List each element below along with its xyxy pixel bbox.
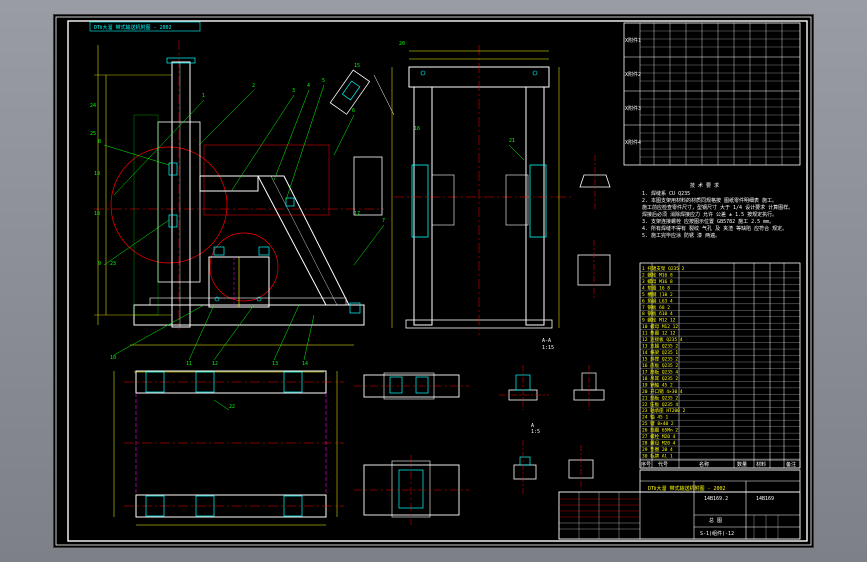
svg-text:2. 本图支架用材料的材质同规格按 图纸零件明细表 施工。: 2. 本图支架用材料的材质同规格按 图纸零件明细表 施工。 bbox=[642, 197, 777, 204]
bom-row: 27 螺栓 M20 4 bbox=[642, 433, 676, 440]
side-table bbox=[623, 22, 801, 166]
bom-row: 29 垫圈 20 4 bbox=[642, 446, 673, 453]
leader-number: 16 bbox=[414, 126, 420, 132]
svg-text:焊接后必须 消除焊接应力 允许 公差 ± 1.5 按规定执行: 焊接后必须 消除焊接应力 允许 公差 ± 1.5 按规定执行。 bbox=[642, 211, 777, 218]
side-table-label-2: X附件2 bbox=[625, 71, 641, 78]
leader-number: 24 bbox=[90, 103, 96, 109]
svg-text:备注: 备注 bbox=[786, 461, 796, 468]
leader-number: 7 bbox=[382, 218, 385, 224]
bom-row: 22 压板 Q235 4 bbox=[642, 401, 678, 408]
leader-labels: 1234567891011 12 13 14151617181920212223242… bbox=[90, 41, 515, 410]
bom-row: 7 钢板 δ8 2 bbox=[642, 304, 670, 311]
side-table-label-1: X附件1 bbox=[625, 37, 641, 44]
bom-row: 30 标牌 Al 1 bbox=[642, 453, 673, 460]
bom-row: 13 支腿 Q235 2 bbox=[642, 343, 678, 350]
leader-number: 20 bbox=[399, 41, 405, 47]
bom-row: 1 托辊支架 Q235 2 bbox=[642, 265, 685, 272]
bom-row: 21 挡板 Q235 2 bbox=[642, 394, 678, 401]
leader-number: 13 bbox=[272, 361, 278, 367]
section-a-scale: 1:5 bbox=[531, 429, 540, 435]
bom-row: 24 轴 45 1 bbox=[642, 414, 668, 421]
bom-row: 14 横梁 Q235 1 bbox=[642, 349, 678, 356]
bom-row: 15 斜撑 Q235 2 bbox=[642, 356, 678, 363]
svg-text:序号: 序号 bbox=[641, 461, 651, 468]
title-block-code-right: 14B169 bbox=[756, 496, 774, 502]
leader-number: 5 bbox=[322, 78, 325, 84]
leader-number: 11 bbox=[186, 361, 192, 367]
title-block-code-left: 14B169.2 bbox=[704, 496, 728, 502]
bom-row: 17 筋板 Q235 4 bbox=[642, 368, 678, 375]
svg-text:材料: 材料 bbox=[756, 461, 766, 468]
leader-number: 12 bbox=[212, 361, 218, 367]
tech-notes: 1. 焊缝系 CU Q235 2. 本图支架用材料的材质同规格按 图纸零件明细表… bbox=[642, 190, 793, 239]
bom-row: 19 销轴 45 2 bbox=[642, 381, 673, 388]
leader-number: 4 bbox=[307, 83, 310, 89]
bom-row: 6 角钢 L63 4 bbox=[642, 297, 673, 304]
svg-text:名称: 名称 bbox=[699, 461, 709, 468]
cad-viewport[interactable]: DTⅡ大溜 带式输送机附图 - 2002 A-A 1:15 A 1:5 X附件1… bbox=[0, 0, 867, 562]
bom-row: 12 连接板 Q235 4 bbox=[642, 336, 683, 343]
top-view bbox=[113, 370, 344, 526]
section-a-view bbox=[354, 372, 469, 525]
bom-row: 2 螺栓 M16 8 bbox=[642, 271, 673, 278]
leader-number: 3 bbox=[292, 88, 295, 94]
front-view bbox=[94, 40, 395, 361]
bom-row: 8 钢板 δ10 4 bbox=[642, 310, 673, 317]
leader-number: 9 bbox=[98, 261, 101, 267]
top-title: DTⅡ大溜 带式输送机附图 - 2002 bbox=[94, 24, 172, 31]
leader-number: 19 bbox=[94, 171, 100, 177]
outer-frame bbox=[55, 16, 812, 546]
leader-number: 6 bbox=[352, 108, 355, 114]
bom-row: 28 螺母 M20 4 bbox=[642, 440, 676, 447]
bom-row: 26 挡圈 65Mn 2 bbox=[642, 427, 678, 434]
svg-text:3. 支架连接螺栓 应按图示位置 GB5782 施工 2.5: 3. 支架连接螺栓 应按图示位置 GB5782 施工 2.5 mm。 bbox=[642, 218, 774, 225]
title-block bbox=[558, 469, 801, 540]
svg-text:代号: 代号 bbox=[658, 461, 668, 468]
svg-text:5. 施工完毕应涂 防锈 漆 两遍。: 5. 施工完毕应涂 防锈 漆 两遍。 bbox=[642, 232, 720, 239]
title-block-drawing-no: S-1(组件)-12 bbox=[700, 530, 734, 537]
side-view-scale: 1:15 bbox=[542, 345, 554, 351]
title-block-label: 总 图 bbox=[709, 517, 722, 524]
leader-number: 2 bbox=[252, 83, 255, 89]
bom-rows: 1 托辊支架 Q235 22 螺栓 M16 83 螺母 M16 84 垫圈 16… bbox=[640, 265, 800, 460]
side-view bbox=[391, 45, 574, 335]
svg-text:1. 焊缝系 CU Q235: 1. 焊缝系 CU Q235 bbox=[642, 190, 690, 197]
leader-number: 10 bbox=[110, 355, 116, 361]
title-block-name: DTⅡ大溜 带式输送机附图 - 2002 bbox=[648, 485, 726, 492]
detail-views bbox=[499, 155, 611, 495]
leader-number: 8 bbox=[98, 139, 101, 145]
leader-number: 21 bbox=[509, 138, 515, 144]
side-table-label-4: X附件4 bbox=[625, 139, 641, 146]
cad-drawing[interactable]: DTⅡ大溜 带式输送机附图 - 2002 A-A 1:15 A 1:5 X附件1… bbox=[54, 15, 813, 547]
bom-row: 4 垫圈 16 8 bbox=[642, 284, 670, 291]
bom-row: 25 键 8×40 2 bbox=[642, 420, 674, 427]
leader-number: 18 bbox=[94, 211, 100, 217]
bom-row: 10 螺母 M12 12 bbox=[642, 323, 678, 330]
side-view-label: A-A bbox=[542, 338, 551, 344]
bom-row: 18 吊耳 Q235 2 bbox=[642, 376, 678, 382]
leader-number: 17 bbox=[354, 211, 360, 217]
bom-row: 11 垫圈 12 12 bbox=[642, 330, 676, 337]
tech-notes-title: 技 术 要 求 bbox=[690, 182, 719, 189]
side-table-label-3: X附件3 bbox=[625, 105, 641, 112]
leader-number: 14 bbox=[302, 361, 308, 367]
bom-row: 20 开口销 4×30 4 bbox=[642, 388, 683, 395]
svg-text:施工前应检查零件尺寸，型钢尺寸 大于 1/4 设计要求 计算: 施工前应检查零件尺寸，型钢尺寸 大于 1/4 设计要求 计算图样。 bbox=[642, 204, 793, 211]
bom-row: 16 底板 Q235 2 bbox=[642, 362, 678, 369]
svg-text:4. 所有焊缝不得有 裂纹 气孔 及 夹渣 等缺陷 应符合: 4. 所有焊缝不得有 裂纹 气孔 及 夹渣 等缺陷 应符合 规定。 bbox=[642, 225, 787, 232]
leader-number: 1 bbox=[202, 93, 205, 99]
bom-row: 23 轴承座 HT200 2 bbox=[642, 407, 686, 414]
leader-number: 23 bbox=[110, 261, 116, 267]
leader-number: 25 bbox=[90, 131, 96, 137]
bom-header: 序号 代号 名称 数量 材料 备注 bbox=[641, 461, 796, 468]
bom-row: 3 螺母 M16 8 bbox=[642, 278, 673, 285]
drawing-sheet[interactable]: DTⅡ大溜 带式输送机附图 - 2002 A-A 1:15 A 1:5 X附件1… bbox=[54, 15, 813, 547]
bom-row: 9 螺栓 M12 12 bbox=[642, 317, 676, 324]
leader-number: 22 bbox=[229, 404, 235, 410]
svg-text:数量: 数量 bbox=[737, 461, 747, 468]
bom-row: 5 槽钢 [10 2 bbox=[642, 291, 673, 298]
leader-number: 15 bbox=[354, 63, 360, 69]
